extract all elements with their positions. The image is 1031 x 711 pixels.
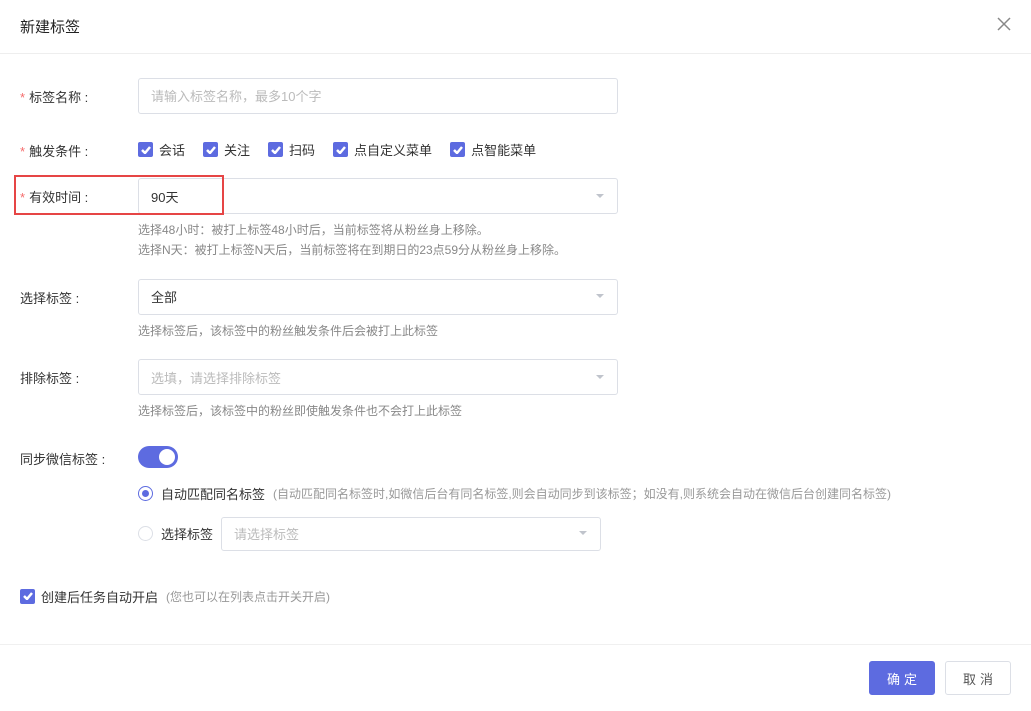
tag-name-input[interactable] <box>138 78 618 114</box>
auto-start-checkbox[interactable]: 创建后任务自动开启 <box>20 587 158 606</box>
trigger-option-label: 会话 <box>159 140 185 159</box>
check-icon <box>138 142 153 157</box>
chevron-down-icon <box>595 189 605 204</box>
check-icon <box>333 142 348 157</box>
sync-select-tag-dropdown[interactable]: 请选择标签 <box>221 517 601 551</box>
radio-select-tag-label: 选择标签 <box>161 524 213 543</box>
auto-start-hint: (您也可以在列表点击开关开启) <box>166 588 330 605</box>
trigger-checkbox-follow[interactable]: 关注 <box>203 140 250 159</box>
confirm-button[interactable]: 确定 <box>869 661 935 695</box>
sync-wx-switch[interactable] <box>138 446 178 468</box>
modal-footer: 确定 取消 <box>0 644 1031 711</box>
sync-select-placeholder: 请选择标签 <box>234 524 299 543</box>
trigger-option-label: 点自定义菜单 <box>354 140 432 159</box>
effective-time-select[interactable]: 90天 <box>138 178 618 214</box>
select-tag-help: 选择标签后，该标签中的粉丝触发条件后会被打上此标签 <box>138 321 618 341</box>
check-icon <box>268 142 283 157</box>
effective-time-help: 选择48小时：被打上标签48小时后，当前标签将从粉丝身上移除。 选择N天：被打上… <box>138 220 618 261</box>
close-icon[interactable] <box>997 17 1011 36</box>
select-tag-label: 选择标签 : <box>20 279 138 307</box>
trigger-checkbox-session[interactable]: 会话 <box>138 140 185 159</box>
trigger-option-label: 点智能菜单 <box>471 140 536 159</box>
new-tag-modal: 新建标签 标签名称 : 触发条件 : 会话 <box>0 0 1031 711</box>
check-icon <box>20 589 35 604</box>
exclude-tag-label: 排除标签 : <box>20 359 138 387</box>
exclude-tag-help: 选择标签后，该标签中的粉丝即使触发条件也不会打上此标签 <box>138 401 618 421</box>
cancel-button[interactable]: 取消 <box>945 661 1011 695</box>
effective-time-label: 有效时间 : <box>20 178 138 206</box>
trigger-label: 触发条件 : <box>20 132 138 160</box>
modal-body: 标签名称 : 触发条件 : 会话 关注 <box>0 54 1031 644</box>
switch-knob <box>159 449 175 465</box>
radio-auto-match-hint: (自动匹配同名标签时,如微信后台有同名标签,则会自动同步到该标签；如没有,则系统… <box>273 485 891 502</box>
check-icon <box>203 142 218 157</box>
chevron-down-icon <box>595 370 605 385</box>
exclude-tag-select[interactable]: 选填，请选择排除标签 <box>138 359 618 395</box>
chevron-down-icon <box>595 289 605 304</box>
select-tag-select[interactable]: 全部 <box>138 279 618 315</box>
select-tag-value: 全部 <box>151 287 177 306</box>
sync-wx-label: 同步微信标签 : <box>20 440 138 468</box>
trigger-option-label: 关注 <box>224 140 250 159</box>
tag-name-label: 标签名称 : <box>20 78 138 106</box>
trigger-checkbox-custom-menu[interactable]: 点自定义菜单 <box>333 140 432 159</box>
radio-auto-match-label: 自动匹配同名标签 <box>161 484 265 503</box>
auto-start-label: 创建后任务自动开启 <box>41 587 158 606</box>
trigger-checkbox-smart-menu[interactable]: 点智能菜单 <box>450 140 536 159</box>
modal-title: 新建标签 <box>20 16 80 37</box>
trigger-checkbox-scan[interactable]: 扫码 <box>268 140 315 159</box>
check-icon <box>450 142 465 157</box>
trigger-option-label: 扫码 <box>289 140 315 159</box>
exclude-tag-placeholder: 选填，请选择排除标签 <box>151 368 281 387</box>
radio-dot-icon <box>142 490 149 497</box>
radio-auto-match[interactable] <box>138 486 153 501</box>
radio-select-tag[interactable] <box>138 526 153 541</box>
effective-time-value: 90天 <box>151 187 178 206</box>
chevron-down-icon <box>578 526 588 541</box>
modal-header: 新建标签 <box>0 0 1031 54</box>
